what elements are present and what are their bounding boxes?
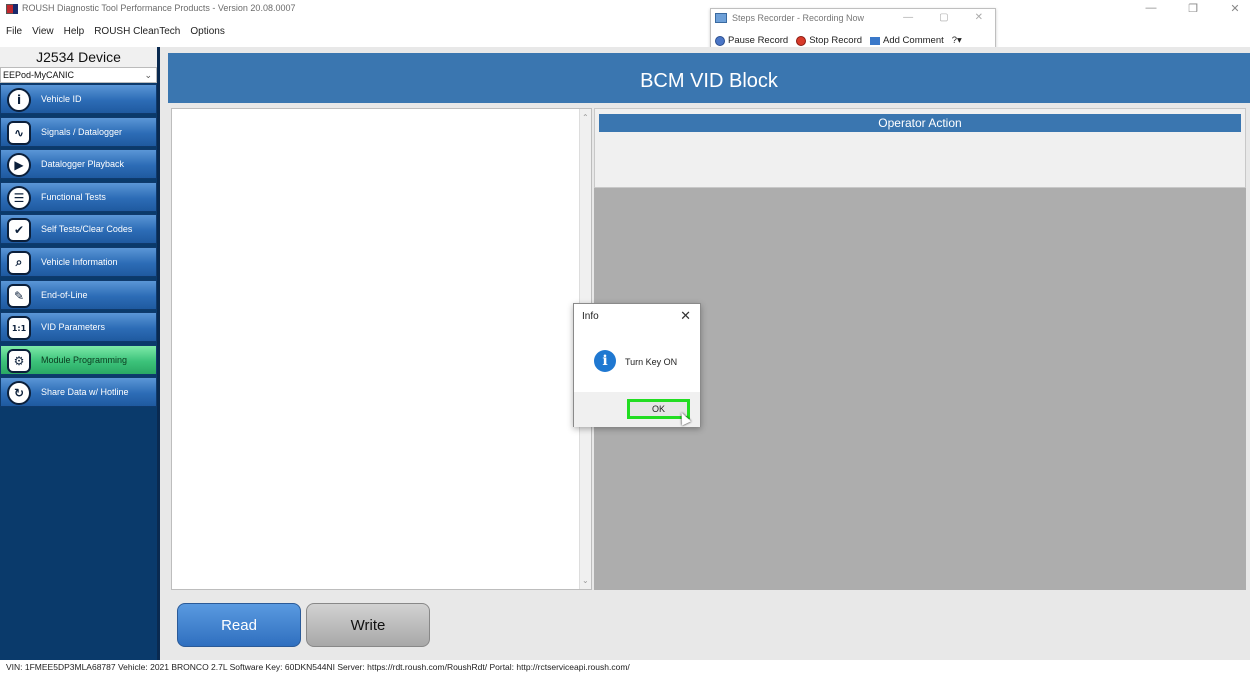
maximize-button[interactable]: ❐: [1186, 2, 1200, 15]
operator-action-title: Operator Action: [599, 114, 1241, 132]
sidebar-item-datalogger-playback[interactable]: ▶ Datalogger Playback: [0, 149, 157, 180]
add-comment-label: Add Comment: [883, 35, 944, 46]
chevron-down-icon: ⌄: [144, 70, 152, 80]
vid-block-text-area[interactable]: ⌃ ⌄: [171, 108, 592, 590]
scroll-up-icon[interactable]: ⌃: [582, 113, 589, 122]
write-button[interactable]: Write: [306, 603, 430, 647]
sidebar-item-label: Signals / Datalogger: [41, 126, 123, 137]
device-dropdown[interactable]: EEPod-MyCANIC ⌄: [0, 67, 157, 83]
sidebar-item-label: Datalogger Playback: [41, 159, 125, 170]
info-dialog: Info ✕ i Turn Key ON OK: [573, 303, 701, 427]
stop-icon: [796, 35, 807, 46]
list-icon: ☰: [7, 185, 31, 210]
info-icon: i: [594, 350, 616, 372]
close-window-button[interactable]: ✕: [1228, 2, 1242, 15]
steps-help-button[interactable]: ?▾: [952, 35, 962, 46]
menu-options[interactable]: Options: [190, 26, 224, 37]
clipboard-icon: ✎: [7, 283, 31, 308]
device-title: J2534 Device: [0, 47, 157, 67]
help-icon: ?▾: [951, 35, 962, 46]
sidebar-item-signals-datalogger[interactable]: ∿ Signals / Datalogger: [0, 116, 157, 147]
menu-roush-cleantech[interactable]: ROUSH CleanTech: [94, 26, 180, 37]
steps-maximize-button[interactable]: ▢: [939, 12, 948, 23]
steps-recorder-title: Steps Recorder - Recording Now: [715, 13, 864, 23]
add-comment-button[interactable]: Add Comment: [870, 35, 944, 46]
window-title: ROUSH Diagnostic Tool Performance Produc…: [22, 3, 296, 13]
menu-file[interactable]: File: [6, 26, 22, 37]
read-button[interactable]: Read: [177, 603, 301, 647]
stop-record-button[interactable]: Stop Record: [796, 35, 862, 46]
sidebar-item-end-of-line[interactable]: ✎ End-of-Line: [0, 279, 157, 310]
sidebar-item-share-data[interactable]: ↻ Share Data w/ Hotline: [0, 377, 157, 408]
sidebar-item-self-tests[interactable]: ✔ Self Tests/Clear Codes: [0, 214, 157, 245]
pause-record-button[interactable]: Pause Record: [715, 35, 788, 46]
sidebar-item-label: Vehicle ID: [41, 94, 82, 104]
scroll-down-icon[interactable]: ⌄: [582, 576, 589, 585]
sidebar: J2534 Device EEPod-MyCANIC ⌄ i Vehicle I…: [0, 47, 160, 660]
steps-recorder-toolbar: Pause Record Stop Record Add Comment ?▾: [715, 35, 962, 46]
comment-icon: [870, 36, 881, 45]
steps-minimize-button[interactable]: —: [903, 12, 913, 23]
page-title: BCM VID Block: [168, 53, 1250, 103]
menu-view[interactable]: View: [32, 26, 54, 37]
steps-recorder-title-text: Steps Recorder - Recording Now: [732, 13, 865, 23]
app-logo-icon: [6, 4, 18, 14]
sidebar-item-vid-parameters[interactable]: 1:1 VID Parameters: [0, 312, 157, 343]
ratio-icon: 1:1: [7, 316, 31, 341]
sidebar-item-label: Share Data w/ Hotline: [41, 387, 129, 398]
info-icon: i: [7, 88, 31, 112]
sidebar-item-vehicle-id[interactable]: i Vehicle ID: [0, 84, 157, 114]
sidebar-item-label: VID Parameters: [41, 322, 106, 333]
wrench-icon: ⚙: [7, 348, 31, 373]
menu-bar: File View Help ROUSH CleanTech Options: [0, 18, 225, 44]
close-icon[interactable]: ✕: [680, 308, 691, 324]
window-controls: — ❐ ✕: [1144, 2, 1242, 15]
title-bar: ROUSH Diagnostic Tool Performance Produc…: [0, 0, 1250, 18]
sidebar-item-label: End-of-Line: [41, 289, 88, 300]
sidebar-item-label: Self Tests/Clear Codes: [41, 224, 133, 235]
steps-recorder-controls: — ▢ ✕: [903, 12, 983, 23]
checkmark-icon: ✔: [7, 218, 31, 243]
menu-help[interactable]: Help: [64, 26, 85, 37]
operator-action-box: Operator Action: [594, 108, 1246, 188]
steps-recorder-window: Steps Recorder - Recording Now — ▢ ✕ Pau…: [710, 8, 996, 52]
sidebar-item-label: Vehicle Information: [41, 256, 118, 267]
steps-recorder-icon: [715, 13, 727, 23]
magnifier-icon: ⌕: [7, 250, 31, 275]
sidebar-item-functional-tests[interactable]: ☰ Functional Tests: [0, 181, 157, 212]
sidebar-item-label: Functional Tests: [41, 191, 106, 202]
sidebar-item-label: Module Programming: [41, 354, 128, 365]
share-cycle-icon: ↻: [7, 381, 31, 406]
status-bar: VIN: 1FMEE5DP3MLA68787 Vehicle: 2021 BRO…: [0, 660, 1250, 675]
waveform-icon: ∿: [7, 120, 31, 145]
sidebar-nav: i Vehicle ID ∿ Signals / Datalogger ▶ Da…: [0, 84, 157, 410]
steps-close-button[interactable]: ✕: [975, 12, 983, 23]
main-panel: BCM VID Block ⌃ ⌄ Operator Action Read W…: [160, 47, 1250, 660]
dialog-title: Info: [582, 311, 599, 322]
pause-icon: [715, 35, 725, 46]
play-icon: ▶: [7, 153, 31, 178]
sidebar-item-module-programming[interactable]: ⚙ Module Programming: [0, 344, 157, 375]
sidebar-item-vehicle-information[interactable]: ⌕ Vehicle Information: [0, 246, 157, 277]
minimize-button[interactable]: —: [1144, 2, 1158, 15]
stop-record-label: Stop Record: [809, 35, 863, 46]
device-selected-value: EEPod-MyCANIC: [3, 70, 75, 80]
pause-record-label: Pause Record: [728, 35, 789, 46]
dialog-message: Turn Key ON: [625, 357, 678, 367]
